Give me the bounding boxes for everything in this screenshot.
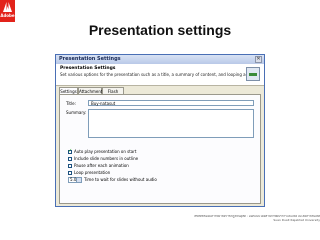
spinner-arrows-icon[interactable] [76,178,81,182]
pause-animation-label: Pause after each animation [74,163,129,168]
adobe-logo-text: Adobe [0,13,15,18]
loop-presentation-checkbox[interactable] [68,171,72,175]
wait-time-label: Time to wait for slides without audio [84,177,157,182]
title-input[interactable]: Buy-natasut [88,100,254,106]
summary-textarea[interactable] [88,109,254,138]
wait-time-spinner[interactable]: 5.0 [68,177,82,183]
auto-play-checkbox-row[interactable]: ✓ Auto play presentation on start [68,149,136,154]
dialog-header-title: Presentation Settings [60,66,116,71]
presentation-settings-icon [246,67,260,81]
summary-label: Summary: [66,110,87,115]
dialog-header-subtitle: Set various options for the presentation… [60,72,257,77]
footer-credit: ลิขสิทธิ์ของมหาวิทยาลัยราชภัฏสวนดุสิต : … [115,215,320,224]
slide-numbers-checkbox[interactable] [68,157,72,161]
presentation-settings-dialog: Presentation Settings ✕ Presentation Set… [55,54,265,207]
dialog-window-title: Presentation Settings [59,56,121,62]
footer-line-2: Suan Dusit Rajabhat University [273,217,320,222]
adobe-logo-mark-icon [3,2,12,12]
title-label: Title: [66,101,76,106]
auto-play-checkbox[interactable]: ✓ [68,148,73,154]
slide-numbers-label: Include slide numbers in outline [74,156,139,161]
loop-presentation-label: Loop presentation [74,170,111,175]
slide-numbers-checkbox-row[interactable]: Include slide numbers in outline [68,156,138,161]
page-title: Presentation settings [88,22,232,38]
pause-animation-checkbox[interactable] [68,164,72,168]
auto-play-label: Auto play presentation on start [74,149,137,154]
dialog-titlebar: Presentation Settings ✕ [56,55,264,64]
pause-animation-checkbox-row[interactable]: Pause after each animation [68,163,129,168]
settings-panel: Title: Buy-natasut Summary: ✓ Auto play p… [59,94,261,204]
loop-presentation-checkbox-row[interactable]: Loop presentation [68,170,110,175]
tab-flash-files[interactable]: Flash Files [102,87,124,101]
checkmark-icon: ✓ [68,148,73,154]
close-icon[interactable]: ✕ [255,56,262,63]
tab-attachments[interactable]: Attachments [78,87,105,94]
adobe-logo: Adobe [0,0,15,22]
dialog-header: Presentation Settings Set various option… [56,64,264,86]
